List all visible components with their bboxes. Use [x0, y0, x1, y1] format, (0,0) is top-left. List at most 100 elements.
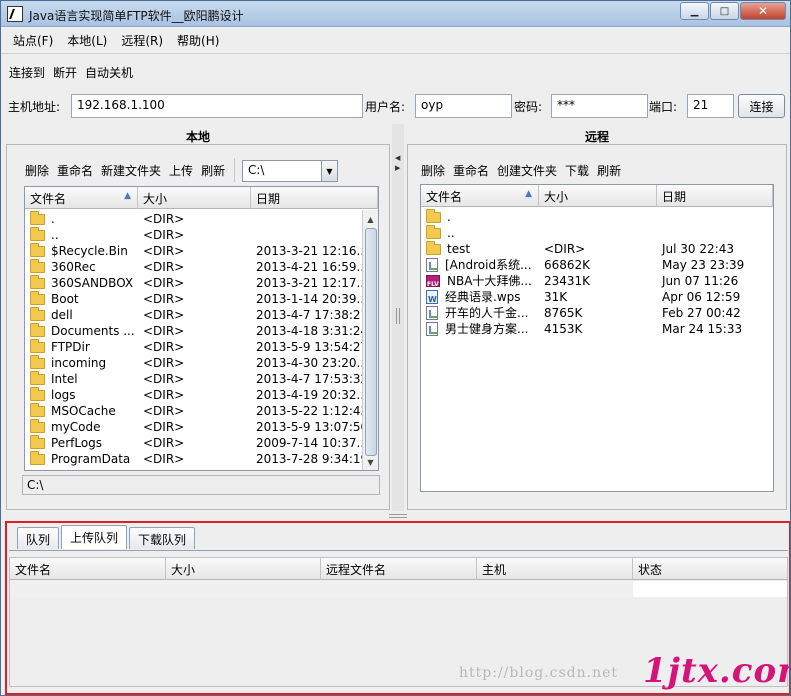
- local-rename-button[interactable]: 重命名: [57, 162, 93, 179]
- queue-col-host[interactable]: 主机: [477, 558, 633, 580]
- remote-file-size: [539, 225, 657, 241]
- local-file-date: 2013-5-9 13:54:27: [256, 340, 362, 354]
- local-file-size: <DIR>: [143, 372, 185, 386]
- remote-file-row[interactable]: .: [421, 209, 773, 225]
- title-bar[interactable]: Java语言实现简单FTP软件__欧阳鹏设计 ▁ □ ✕: [1, 1, 790, 27]
- tab-upload-queue[interactable]: 上传队列: [61, 525, 128, 549]
- menu-help[interactable]: 帮助(H): [177, 32, 219, 49]
- remote-file-name: 男士健身方案...: [445, 322, 529, 336]
- local-scrollbar[interactable]: ▲ ▼: [362, 210, 378, 470]
- user-input[interactable]: oyp: [415, 94, 512, 118]
- local-delete-button[interactable]: 删除: [25, 162, 49, 179]
- local-file-row[interactable]: Documents ... <DIR> 2013-4-18 3:31:24: [25, 323, 362, 339]
- local-file-date: 2013-5-22 1:12:43: [256, 404, 362, 418]
- remote-delete-button[interactable]: 删除: [421, 162, 445, 179]
- menu-local[interactable]: 本地(L): [67, 32, 107, 49]
- collapse-right-icon[interactable]: ▶: [395, 164, 400, 172]
- local-file-row[interactable]: myCode <DIR> 2013-5-9 13:07:50: [25, 419, 362, 435]
- remote-rename-button[interactable]: 重命名: [453, 162, 489, 179]
- remote-file-name: 开车的人千金...: [445, 306, 529, 320]
- remote-file-row[interactable]: [Android系统... 66862K May 23 23:39: [421, 257, 773, 273]
- remote-col-date[interactable]: 日期: [657, 185, 773, 207]
- auto-shutdown-button[interactable]: 自动关机: [85, 64, 133, 81]
- password-input[interactable]: ***: [551, 94, 648, 118]
- local-file-date: 2013-4-7 17:38:21: [256, 308, 362, 322]
- connection-bar: 主机地址: 192.168.1.100 用户名: oyp 密码: *** 端口:…: [1, 93, 790, 121]
- local-col-filename[interactable]: 文件名 ▲: [25, 187, 138, 209]
- remote-file-name: [Android系统...: [445, 258, 532, 272]
- local-col-date[interactable]: 日期: [251, 187, 378, 209]
- drive-select[interactable]: C:\ ▼: [242, 160, 338, 182]
- port-input[interactable]: 21: [687, 94, 734, 118]
- remote-file-size: 4153K: [544, 322, 583, 336]
- local-file-row[interactable]: ProgramData <DIR> 2013-7-28 9:34:19: [25, 451, 362, 467]
- folder-icon: [30, 259, 45, 273]
- local-file-row[interactable]: . <DIR>: [25, 211, 362, 227]
- local-upload-button[interactable]: 上传: [169, 162, 193, 179]
- minimize-button[interactable]: ▁: [680, 2, 709, 20]
- menu-remote[interactable]: 远程(R): [121, 32, 163, 49]
- folder-icon: [30, 339, 45, 353]
- remote-file-row[interactable]: ..: [421, 225, 773, 241]
- tab-queue[interactable]: 队列: [17, 527, 60, 549]
- remote-file-row[interactable]: 开车的人千金... 8765K Feb 27 00:42: [421, 305, 773, 321]
- local-file-row[interactable]: Boot <DIR> 2013-1-14 20:39...: [25, 291, 362, 307]
- local-file-row[interactable]: 360Rec <DIR> 2013-4-21 16:59...: [25, 259, 362, 275]
- local-file-row[interactable]: logs <DIR> 2013-4-19 20:32...: [25, 387, 362, 403]
- local-file-row[interactable]: $Recycle.Bin <DIR> 2013-3-21 12:16...: [25, 243, 362, 259]
- remote-file-date: Feb 27 00:42: [662, 306, 741, 320]
- remote-file-row[interactable]: 经典语录.wps 31K Apr 06 12:59: [421, 289, 773, 305]
- collapse-left-icon[interactable]: ◀: [395, 154, 400, 162]
- local-file-name: $Recycle.Bin: [51, 244, 128, 258]
- local-refresh-button[interactable]: 刷新: [201, 162, 225, 179]
- remote-download-button[interactable]: 下载: [565, 162, 589, 179]
- remote-col-filename[interactable]: 文件名 ▲: [421, 185, 539, 207]
- local-file-row[interactable]: .. <DIR>: [25, 227, 362, 243]
- menu-site[interactable]: 站点(F): [13, 32, 53, 49]
- horizontal-splitter-grip[interactable]: [389, 514, 407, 518]
- local-file-row[interactable]: dell <DIR> 2013-4-7 17:38:21: [25, 307, 362, 323]
- remote-file-date: May 23 23:39: [662, 258, 745, 272]
- local-new-folder-button[interactable]: 新建文件夹: [101, 162, 161, 179]
- remote-col-size[interactable]: 大小: [539, 185, 657, 207]
- disconnect-button[interactable]: 断开: [53, 64, 77, 81]
- connect-button[interactable]: 连接: [738, 94, 785, 118]
- local-file-table[interactable]: 文件名 ▲ 大小 日期 . <DIR>.. <DIR> $Recycle.Bin <DIR…: [24, 186, 379, 471]
- image-file-icon: [426, 306, 438, 320]
- remote-refresh-button[interactable]: 刷新: [597, 162, 621, 179]
- local-file-name: ProgramData: [51, 452, 131, 466]
- remote-file-row[interactable]: 男士健身方案... 4153K Mar 24 15:33: [421, 321, 773, 337]
- local-file-row[interactable]: PerfLogs <DIR> 2009-7-14 10:37...: [25, 435, 362, 451]
- local-file-date: [251, 227, 362, 243]
- remote-file-date: Jun 07 11:26: [662, 274, 739, 288]
- tab-download-queue[interactable]: 下载队列: [129, 527, 196, 549]
- maximize-button[interactable]: □: [710, 2, 739, 20]
- connect-to-button[interactable]: 连接到: [9, 64, 45, 81]
- local-file-row[interactable]: FTPDir <DIR> 2013-5-9 13:54:27: [25, 339, 362, 355]
- queue-col-size[interactable]: 大小: [166, 558, 321, 580]
- scroll-up-icon[interactable]: ▲: [363, 212, 378, 226]
- scroll-thumb[interactable]: [365, 228, 377, 456]
- remote-file-row[interactable]: test <DIR> Jul 30 22:43: [421, 241, 773, 257]
- scroll-down-icon[interactable]: ▼: [363, 455, 378, 469]
- queue-col-filename[interactable]: 文件名: [10, 558, 166, 580]
- queue-col-remote-filename[interactable]: 远程文件名: [321, 558, 477, 580]
- local-file-size: <DIR>: [143, 276, 185, 290]
- local-file-row[interactable]: 360SANDBOX <DIR> 2013-3-21 12:17...: [25, 275, 362, 291]
- host-input[interactable]: 192.168.1.100: [71, 94, 363, 118]
- local-file-name: PerfLogs: [51, 436, 103, 450]
- local-file-row[interactable]: Intel <DIR> 2013-4-7 17:53:32: [25, 371, 362, 387]
- queue-col-status[interactable]: 状态: [633, 558, 787, 580]
- local-file-size: <DIR>: [143, 404, 185, 418]
- chevron-down-icon[interactable]: ▼: [321, 161, 337, 181]
- local-col-size[interactable]: 大小: [138, 187, 251, 209]
- remote-file-size: 8765K: [544, 306, 583, 320]
- close-button[interactable]: ✕: [740, 2, 786, 20]
- local-file-name: myCode: [51, 420, 101, 434]
- remote-file-table[interactable]: 文件名 ▲ 大小 日期 ... test <DIR> Jul 30 22:43 [Andr…: [420, 184, 774, 492]
- remote-file-row[interactable]: NBA十大拜佛... 23431K Jun 07 11:26: [421, 273, 773, 289]
- local-file-row[interactable]: MSOCache <DIR> 2013-5-22 1:12:43: [25, 403, 362, 419]
- local-file-row[interactable]: incoming <DIR> 2013-4-30 23:20...: [25, 355, 362, 371]
- remote-create-folder-button[interactable]: 创建文件夹: [497, 162, 557, 179]
- vertical-splitter[interactable]: ◀ ▶: [392, 124, 404, 511]
